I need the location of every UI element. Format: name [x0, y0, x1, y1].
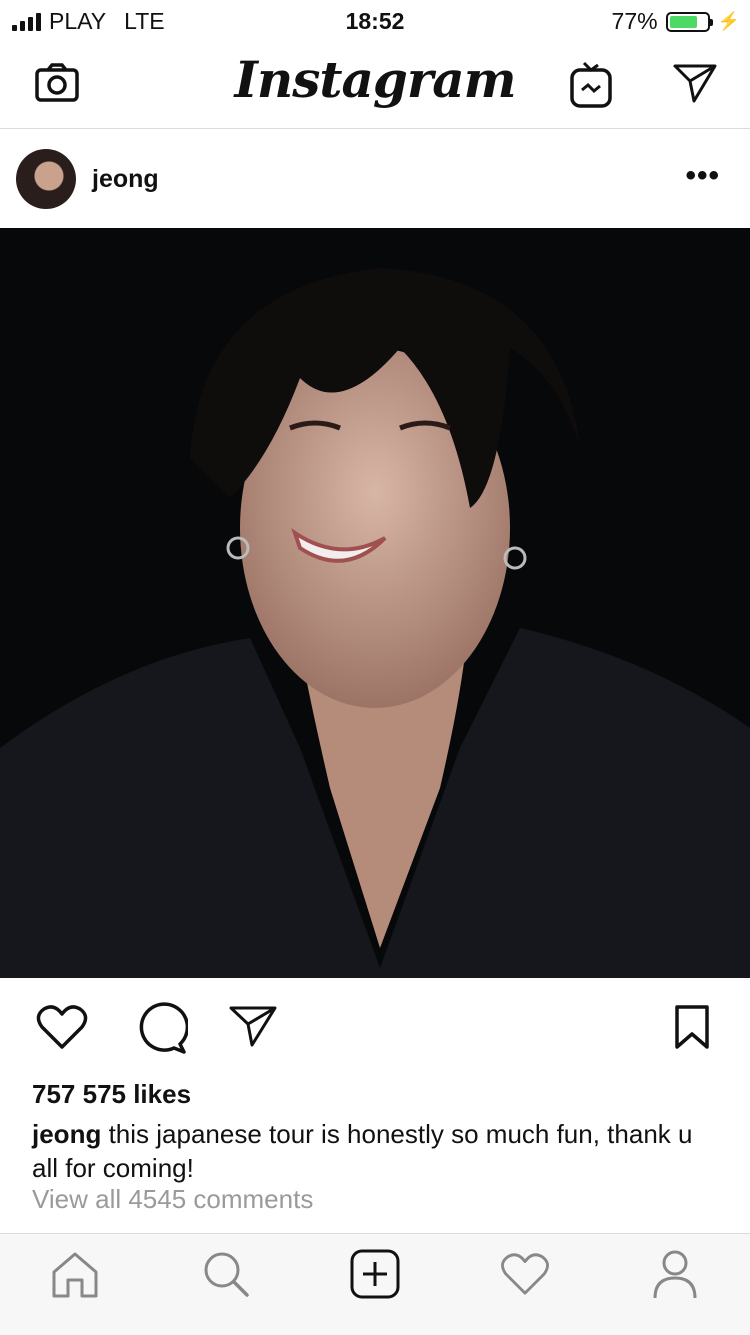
portrait-image	[0, 268, 750, 978]
heart-icon[interactable]	[36, 1004, 88, 1050]
battery-icon	[665, 11, 713, 32]
bottom-tab-bar	[0, 1233, 750, 1335]
bookmark-icon[interactable]	[674, 1004, 710, 1050]
add-post-icon[interactable]	[350, 1249, 400, 1299]
battery-percent: 77%	[611, 8, 658, 34]
comment-icon[interactable]	[134, 1002, 188, 1054]
charging-icon: ⚡	[717, 11, 740, 31]
igtv-icon[interactable]	[570, 60, 612, 108]
instagram-logo: Instagram	[234, 50, 517, 109]
app-header: Instagram	[0, 40, 750, 129]
caption-text: this japanese tour is honestly so much f…	[32, 1119, 693, 1183]
battery-group: 77% ⚡	[612, 8, 740, 35]
direct-message-icon[interactable]	[672, 62, 718, 104]
profile-icon[interactable]	[652, 1248, 698, 1300]
likes-count[interactable]: 757 575 likes	[32, 1079, 191, 1110]
post-actions	[0, 978, 750, 1074]
share-icon[interactable]	[228, 1004, 278, 1048]
home-icon[interactable]	[50, 1250, 100, 1300]
view-comments-link[interactable]: View all 4545 comments	[32, 1184, 313, 1215]
post-username[interactable]: jeong	[92, 165, 159, 194]
post-photo[interactable]	[0, 228, 750, 978]
avatar[interactable]	[16, 149, 76, 209]
search-icon[interactable]	[202, 1250, 250, 1298]
activity-heart-icon[interactable]	[500, 1252, 550, 1296]
post-caption: jeong this japanese tour is honestly so …	[32, 1117, 722, 1185]
more-options-icon[interactable]: •••	[685, 159, 720, 193]
status-bar: PLAY LTE 18:52 77% ⚡	[0, 0, 750, 40]
post-header: jeong •••	[0, 129, 750, 228]
caption-username[interactable]: jeong	[32, 1119, 101, 1149]
